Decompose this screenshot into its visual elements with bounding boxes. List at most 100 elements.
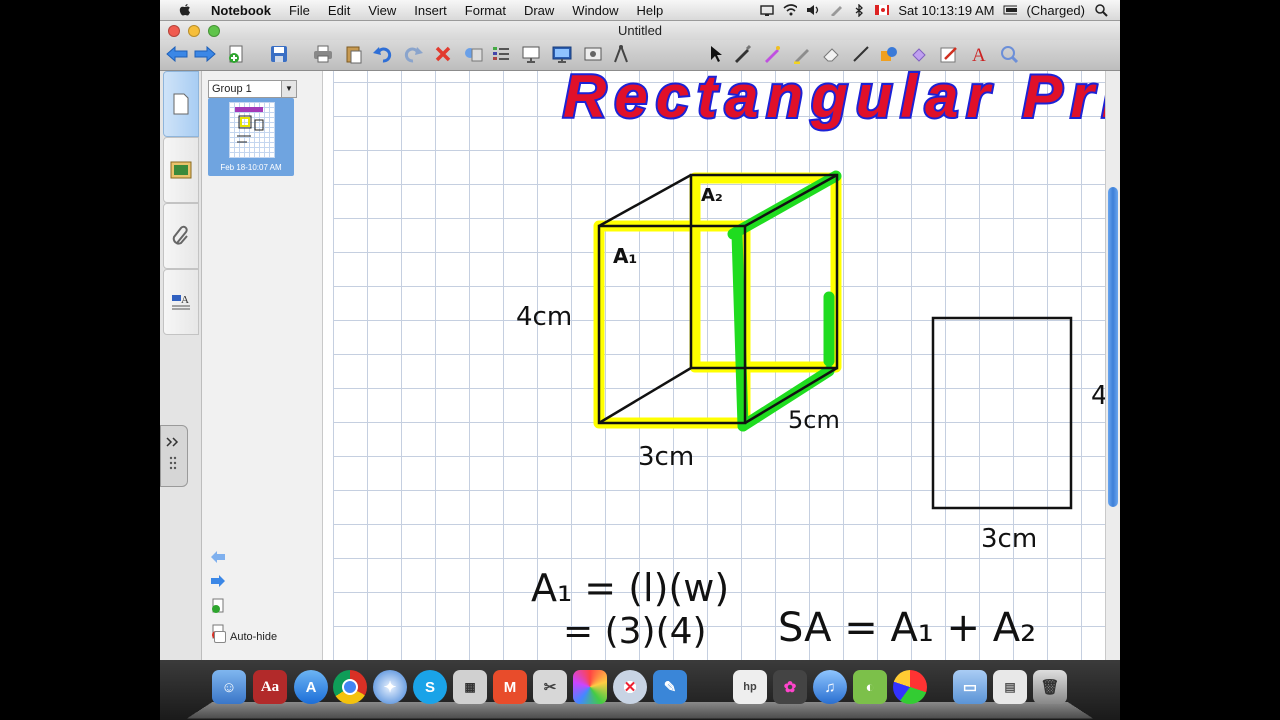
document-camera-icon[interactable] (551, 43, 573, 65)
calculator-icon[interactable]: ▦ (453, 670, 487, 704)
menu-insert[interactable]: Insert (405, 3, 456, 18)
menu-file[interactable]: File (280, 3, 319, 18)
window-title-bar: Untitled (160, 21, 1120, 40)
autohide-checkbox-box[interactable] (214, 631, 226, 643)
full-screen-icon[interactable] (490, 43, 512, 65)
add-page-icon[interactable] (226, 43, 248, 65)
floating-tools-handle[interactable] (160, 425, 188, 487)
delete-icon[interactable] (432, 43, 454, 65)
next-page-nav-icon[interactable] (210, 573, 226, 589)
autohide-checkbox[interactable]: Auto-hide (214, 631, 277, 643)
autohide-label: Auto-hide (230, 631, 278, 643)
finder-icon[interactable]: ☺ (212, 670, 246, 704)
applications-folder-icon[interactable]: ▭ (953, 670, 987, 704)
creative-pen-icon[interactable] (761, 43, 783, 65)
smart-board-icon[interactable]: ◐ (853, 670, 887, 704)
table-icon[interactable] (520, 43, 542, 65)
side-tab-strip: A (160, 71, 202, 660)
battery-icon[interactable] (1003, 4, 1018, 16)
label-prism-depth: 5cm (788, 406, 840, 434)
menu-window[interactable]: Window (563, 3, 627, 18)
pen-tray-icon[interactable] (829, 4, 843, 16)
itunes-icon[interactable]: ♫ (813, 670, 847, 704)
color-picker-icon[interactable] (573, 670, 607, 704)
menu-bar: Notebook File Edit View Insert Format Dr… (160, 0, 1120, 21)
battery-status: (Charged) (1026, 2, 1085, 18)
menu-view[interactable]: View (359, 3, 405, 18)
dictionary-icon[interactable]: Aa (253, 670, 287, 704)
screen-capture-icon[interactable] (582, 43, 604, 65)
screen-shade-icon[interactable] (462, 43, 484, 65)
trash-icon[interactable]: 🗑 (1033, 670, 1067, 704)
highlighter-icon[interactable] (791, 43, 813, 65)
volume-icon[interactable] (806, 4, 820, 16)
menu-format[interactable]: Format (456, 3, 515, 18)
fill-tool-icon[interactable] (908, 43, 930, 65)
smart-tools-icon[interactable]: ✿ (773, 670, 807, 704)
save-icon[interactable] (268, 43, 290, 65)
select-arrow-icon[interactable] (705, 43, 727, 65)
expand-chevron-icon (166, 437, 179, 470)
page-thumbnail-preview (229, 102, 275, 158)
pen-tool-icon[interactable] (731, 43, 753, 65)
tab-properties[interactable]: A (163, 269, 199, 335)
ink-layer: Rectangular Prism A₁ A₂ 4cm 3cm 5cm 3cm … (516, 71, 1120, 652)
skype-icon[interactable]: S (413, 670, 447, 704)
line-tool-icon[interactable] (850, 43, 872, 65)
clock[interactable]: Sat 10:13:19 AM (898, 3, 994, 18)
chrome-icon[interactable] (333, 670, 367, 704)
label-prism-height: 4cm (516, 302, 572, 332)
menu-draw[interactable]: Draw (515, 3, 563, 18)
group-select[interactable]: Group 1 ▼ (208, 80, 297, 98)
compass-tool-icon[interactable] (610, 43, 632, 65)
page-thumbnail[interactable]: Feb 18-10:07 AM (208, 98, 294, 176)
tab-attachments[interactable] (163, 203, 199, 269)
dvd-player-icon[interactable]: ✕ (613, 670, 647, 704)
properties-icon[interactable] (938, 43, 960, 65)
next-page-icon[interactable] (194, 43, 216, 65)
smart-notebook-icon[interactable] (893, 670, 927, 704)
apple-menu-icon[interactable] (178, 3, 192, 17)
front-face-rectangle (931, 316, 1073, 510)
tab-page-sorter[interactable] (163, 71, 199, 137)
app-store-icon[interactable]: A (294, 670, 328, 704)
label-face-a1: A₁ (613, 244, 637, 268)
wifi-icon[interactable] (783, 4, 798, 16)
previous-page-icon[interactable] (166, 43, 188, 65)
menu-edit[interactable]: Edit (319, 3, 359, 18)
mendeley-icon[interactable]: M (493, 670, 527, 704)
tab-gallery[interactable] (163, 137, 199, 203)
window-title: Untitled (617, 23, 663, 38)
canada-flag-icon[interactable] (875, 4, 890, 16)
shape-tool-icon[interactable] (878, 43, 900, 65)
page-sorter-icon (173, 93, 189, 115)
menu-help[interactable]: Help (628, 3, 673, 18)
documents-stack-icon[interactable]: ▤ (993, 670, 1027, 704)
text-tool-icon[interactable]: A (968, 43, 990, 65)
spotlight-search-icon[interactable] (1094, 3, 1108, 17)
page-thumbnail-caption: Feb 18-10:07 AM (220, 163, 282, 172)
vertical-scrollbar-thumb[interactable] (1108, 187, 1118, 507)
whiteboard-page[interactable]: Rectangular Prism A₁ A₂ 4cm 3cm 5cm 3cm … (323, 71, 1120, 660)
display-icon[interactable] (760, 4, 775, 16)
previous-page-nav-icon[interactable] (210, 549, 226, 565)
notes-icon[interactable]: ✎ (653, 670, 687, 704)
add-page-nav-icon[interactable] (210, 598, 226, 614)
vertical-scrollbar[interactable] (1105, 71, 1120, 660)
undo-icon[interactable] (372, 43, 394, 65)
label-prism-width: 3cm (638, 442, 694, 472)
safari-icon[interactable]: ✦ (373, 670, 407, 704)
printer-icon[interactable]: hp (733, 670, 767, 704)
label-rect-width: 3cm (981, 524, 1037, 554)
paste-icon[interactable] (343, 43, 365, 65)
redo-icon[interactable] (402, 43, 424, 65)
properties-tab-icon: A (172, 294, 190, 310)
magic-pen-icon[interactable] (998, 43, 1020, 65)
menu-app-notebook[interactable]: Notebook (202, 3, 280, 18)
eraser-icon[interactable] (820, 43, 842, 65)
screenshot-tool-icon[interactable]: ✂ (533, 670, 567, 704)
bluetooth-icon[interactable] (852, 3, 866, 17)
print-icon[interactable] (312, 43, 334, 65)
label-face-a2: A₂ (701, 185, 723, 206)
screen: Notebook File Edit View Insert Format Dr… (160, 0, 1120, 720)
